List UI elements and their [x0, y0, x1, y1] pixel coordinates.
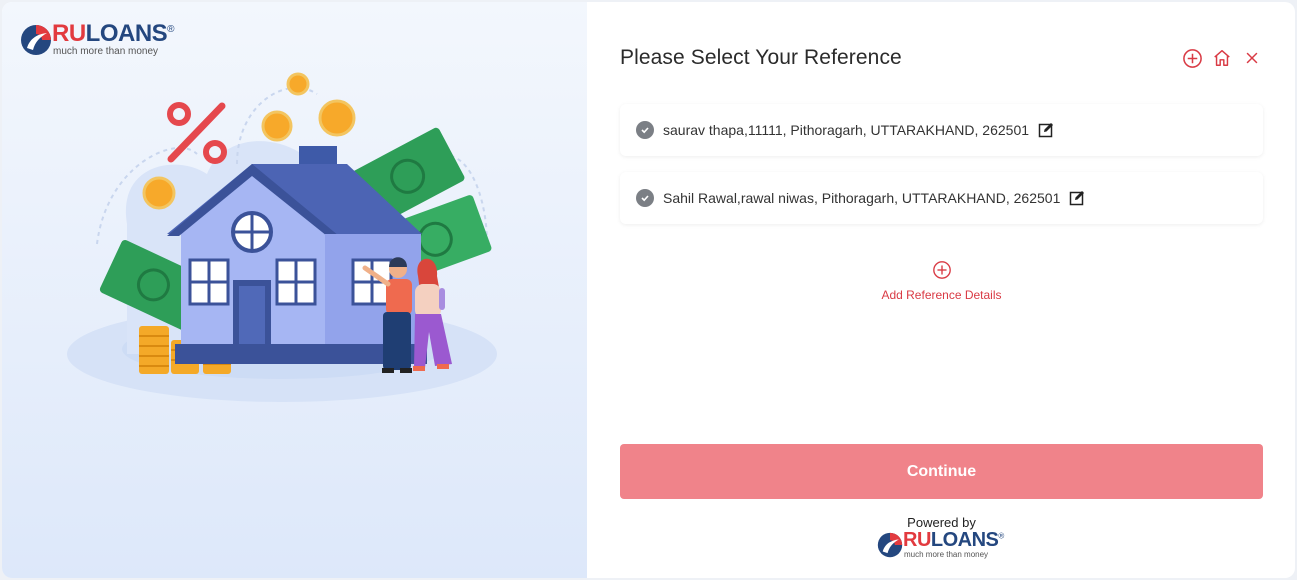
add-reference-button[interactable]: Add Reference Details	[620, 260, 1263, 302]
header-actions	[1181, 47, 1263, 69]
powered-by-text: Powered by	[907, 515, 976, 530]
brand-name-loans: LOANS	[930, 529, 999, 551]
reference-panel: Please Select Your Reference saurav thap…	[587, 2, 1295, 578]
brand-name-ru: RU	[903, 529, 931, 551]
reference-text: Sahil Rawal,rawal niwas, Pithoragarh, UT…	[663, 190, 1061, 206]
illustration-panel: RULOANS® much more than money	[2, 2, 587, 578]
edit-icon[interactable]	[1069, 190, 1085, 206]
close-icon[interactable]	[1241, 47, 1263, 69]
add-icon[interactable]	[1181, 47, 1203, 69]
house-illustration	[57, 64, 537, 414]
footer-brand-logo: RULOANS® much more than money	[877, 530, 1004, 559]
brand-tagline: much more than money	[904, 550, 989, 559]
brand-tagline: much more than money	[53, 46, 159, 57]
continue-button[interactable]: Continue	[620, 444, 1263, 499]
brand-name-loans: LOANS	[85, 20, 168, 47]
ruloans-logo-icon	[20, 24, 52, 56]
registered-mark: ®	[998, 531, 1004, 541]
reference-text: saurav thapa,11111, Pithoragarh, UTTARAK…	[663, 122, 1030, 138]
check-circle-icon	[636, 121, 654, 139]
reference-item[interactable]: Sahil Rawal,rawal niwas, Pithoragarh, UT…	[620, 172, 1263, 224]
main-card: RULOANS® much more than money Please Sel…	[2, 2, 1295, 578]
check-circle-icon	[636, 189, 654, 207]
add-reference-label: Add Reference Details	[881, 288, 1002, 302]
reference-item[interactable]: saurav thapa,11111, Pithoragarh, UTTARAK…	[620, 104, 1263, 156]
home-icon[interactable]	[1211, 47, 1233, 69]
registered-mark: ®	[167, 24, 175, 35]
edit-icon[interactable]	[1038, 122, 1054, 138]
page-title: Please Select Your Reference	[620, 46, 902, 69]
ruloans-logo-icon	[877, 532, 903, 558]
brand-name-ru: RU	[52, 20, 86, 47]
brand-logo: RULOANS® much more than money	[20, 20, 175, 57]
plus-circle-icon	[932, 260, 952, 285]
